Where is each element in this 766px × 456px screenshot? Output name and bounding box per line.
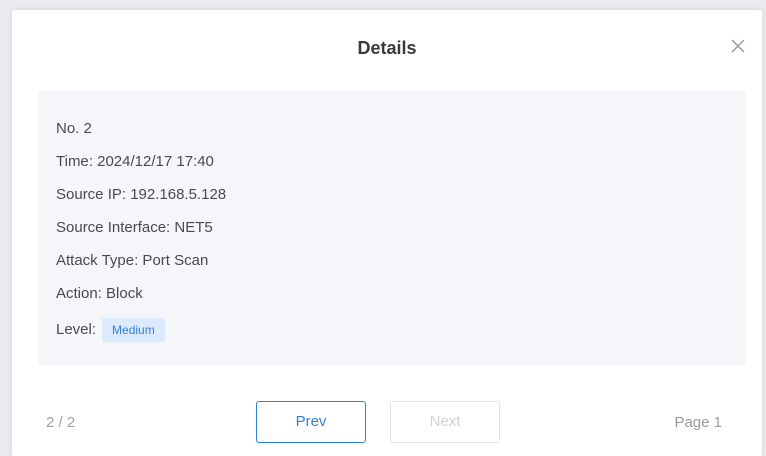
level-badge: Medium (102, 318, 165, 342)
record-count: 2 / 2 (46, 414, 76, 431)
details-dialog: Details No. 2 Time: 2024/12/17 17:40 Sou… (12, 10, 762, 456)
detail-no: No. 2 (56, 120, 92, 137)
detail-action: Action: Block (56, 285, 143, 302)
detail-attack-type: Attack Type: Port Scan (56, 252, 209, 269)
close-button[interactable] (728, 36, 748, 56)
prev-button[interactable]: Prev (256, 401, 366, 443)
detail-source-ip: Source IP: 192.168.5.128 (56, 186, 227, 203)
dialog-header: Details (12, 10, 762, 88)
close-icon (728, 36, 748, 56)
dialog-title: Details (357, 38, 417, 58)
next-button[interactable]: Next (390, 401, 500, 443)
detail-time: Time: 2024/12/17 17:40 (56, 153, 214, 170)
detail-source-interface: Source Interface: NET5 (56, 219, 213, 236)
details-panel: No. 2 Time: 2024/12/17 17:40 Source IP: … (38, 90, 746, 366)
detail-level: Level: Medium (56, 318, 165, 342)
page-label: Page 1 (674, 414, 722, 431)
level-label: Level: (56, 320, 97, 338)
